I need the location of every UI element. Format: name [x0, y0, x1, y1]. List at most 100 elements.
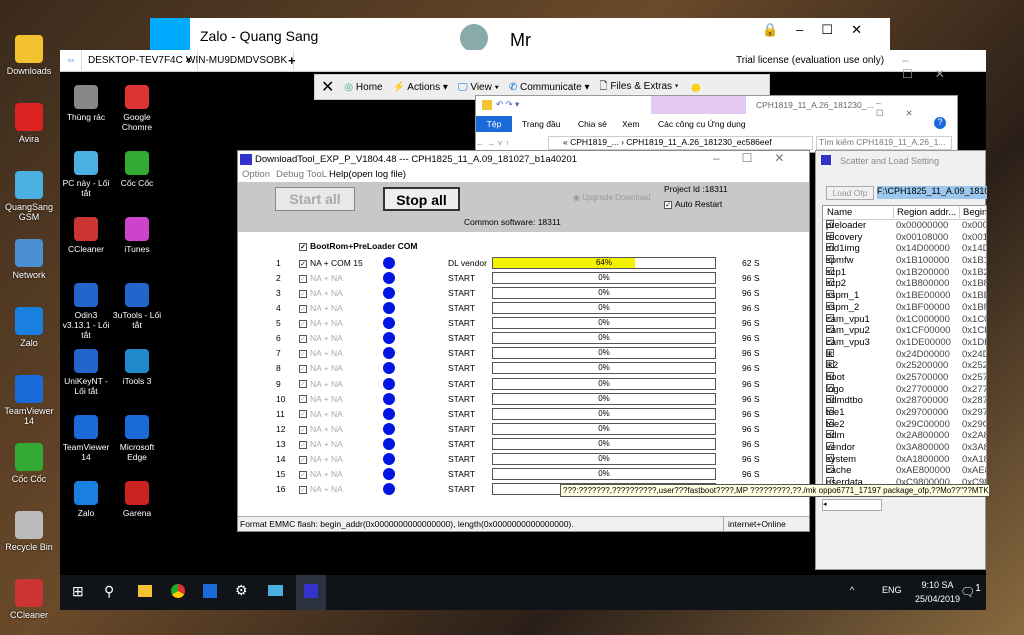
tab-view[interactable]: Xem	[622, 119, 639, 129]
desktop-icon[interactable]: CCleaner	[2, 579, 56, 620]
partition-row[interactable]: ✓preloader0x000000000x0000	[823, 220, 986, 232]
toolbar-actions[interactable]: ⚡ Actions ▾	[393, 82, 448, 93]
desktop-icon[interactable]: Recycle Bin	[2, 511, 56, 552]
port-checkbox[interactable]: ✓ NA + NA	[299, 303, 343, 313]
menu-debug[interactable]: Debug TooL	[276, 169, 327, 180]
remote-desktop-icon[interactable]: TeamViewer 14	[61, 415, 111, 462]
scatter-path[interactable]: F:\CPH1825_11_A.09_18102	[877, 186, 987, 199]
desktop-icon[interactable]: Cốc Cốc	[2, 443, 56, 484]
col-region[interactable]: Region addr...	[893, 207, 956, 218]
remote-desktop-icon[interactable]: Thùng rác	[61, 85, 111, 122]
stop-all-button[interactable]: Stop all	[383, 187, 460, 211]
clock[interactable]: 9:10 SA 25/04/2019	[915, 578, 960, 606]
partition-row[interactable]: ✓ spmfw 0x1B100000 0x1B1	[823, 255, 986, 267]
partition-row[interactable]: ✓ odmdtbo 0x28700000 0x287	[823, 395, 986, 407]
add-tab-button[interactable]: +	[282, 50, 302, 72]
port-checkbox[interactable]: ✓ NA + NA	[299, 409, 343, 419]
tray-chevron-icon[interactable]: ^	[850, 585, 854, 595]
partition-row[interactable]: ✓cam_vpu20x1CF000000x1CF	[823, 325, 986, 337]
toolbar-files[interactable]: 🗋 Files & Extras ▾	[600, 79, 679, 96]
remote-desktop-icon[interactable]: Odin3 v3.13.1 - Lối tắt	[61, 283, 111, 340]
close-icon[interactable]: ✕	[321, 77, 334, 97]
load-ofp-button[interactable]: Load Ofp	[826, 186, 874, 200]
address-bar[interactable]: « CPH1819_... › CPH1819_11_A.26_181230_e…	[548, 136, 813, 150]
partition-row[interactable]: ✓ boot 0x25700000 0x257	[823, 371, 986, 384]
partition-row[interactable]: ✓cache0xAE8000000xAE8	[823, 465, 986, 477]
undo-icon[interactable]: ↶ ↷ ▾	[496, 99, 519, 110]
port-checkbox[interactable]: ✓ NA + NA	[299, 348, 343, 358]
remote-desktop-icon[interactable]: Google Chomre	[112, 85, 162, 132]
remote-desktop-icon[interactable]: 3uTools - Lối tắt	[112, 283, 162, 330]
nav-arrows[interactable]: ← → ˅ ↑	[476, 138, 509, 148]
port-checkbox[interactable]: ✓ NA + NA	[299, 424, 343, 434]
port-checkbox[interactable]: ✓ NA + NA	[299, 454, 343, 464]
bootrom-checkbox[interactable]: ✓ BootRom+PreLoader COM	[299, 241, 417, 251]
partition-row[interactable]: ✓ scp1 0x1B200000 0x1B2	[823, 266, 986, 279]
col-begin[interactable]: Begin	[959, 207, 986, 218]
partition-row[interactable]: ✓ logo 0x27700000 0x277	[823, 383, 986, 396]
partition-row[interactable]: ✓ cam_vpu1 0x1C000000 0x1C0	[823, 313, 986, 326]
horizontal-scrollbar[interactable]: ◂	[822, 499, 882, 511]
partition-row[interactable]: ✓ vendor 0x3A800000 0x3A8	[823, 442, 986, 454]
desktop-icon[interactable]: Network	[2, 239, 56, 280]
tab-share[interactable]: Chia sẻ	[578, 119, 607, 129]
desktop-icon[interactable]: Downloads	[2, 35, 56, 76]
port-checkbox[interactable]: ✓ NA + NA	[299, 469, 343, 479]
search-icon[interactable]: ⚲	[104, 583, 114, 600]
port-checkbox[interactable]: ✓ NA + COM 15	[299, 258, 363, 268]
port-checkbox[interactable]: ✓ NA + NA	[299, 318, 343, 328]
col-name[interactable]: Name	[827, 207, 852, 218]
desktop-icon[interactable]: Zalo	[2, 307, 56, 348]
remote-desktop-icon[interactable]: iTunes	[112, 217, 162, 254]
window-controls[interactable]: –☐✕	[713, 151, 807, 165]
desktop-icon[interactable]: Avira	[2, 103, 56, 144]
partition-row[interactable]: ✓ system 0xA1800000 0xA18	[823, 453, 986, 466]
partition-row[interactable]: ✓ odm 0x2A800000 0x2A8	[823, 430, 986, 442]
desktop-icon[interactable]: QuangSang GSM	[2, 171, 56, 222]
downloadtool-task[interactable]	[296, 575, 326, 610]
port-checkbox[interactable]: ✓ NA + NA	[299, 484, 343, 494]
partition-row[interactable]: ✓ lk2 0x25200000 0x252	[823, 360, 986, 372]
toolbar-communicate[interactable]: ✆ Communicate ▾	[509, 82, 590, 93]
remote-desktop-icon[interactable]: UniKeyNT - Lối tắt	[61, 349, 111, 396]
toolbar-home[interactable]: ◎ Home	[344, 82, 382, 93]
search-input[interactable]: Tìm kiếm CPH1819_11_A.26_1...	[816, 136, 952, 150]
settings-icon[interactable]: ⚙	[235, 582, 248, 599]
notification-icon[interactable]: 🗨1	[960, 583, 981, 599]
partition-row[interactable]: ✓ tee2 0x29C00000 0x29C	[823, 418, 986, 431]
remote-desktop-icon[interactable]: iTools 3	[112, 349, 162, 386]
upgrade-download-radio[interactable]: ◉ Upgrade Download	[573, 193, 651, 202]
partition-row[interactable]: ✓sspm_10x1BE000000x1BE	[823, 290, 986, 302]
port-checkbox[interactable]: ✓ NA + NA	[299, 379, 343, 389]
tab-home[interactable]: Trang đầu	[522, 119, 560, 129]
port-checkbox[interactable]: ✓ NA + NA	[299, 394, 343, 404]
partition-row[interactable]: ✓ scp2 0x1B800000 0x1B8	[823, 278, 986, 290]
port-checkbox[interactable]: ✓ NA + NA	[299, 439, 343, 449]
tab-win[interactable]: WIN-MU9DMDVSOBK	[180, 50, 295, 72]
port-checkbox[interactable]: ✓ NA + NA	[299, 273, 343, 283]
window-controls[interactable]: –☐✕	[902, 53, 986, 81]
remote-desktop-icon[interactable]: Cốc Cốc	[112, 151, 162, 188]
explorer-icon[interactable]	[138, 585, 152, 597]
language[interactable]: ENG	[882, 585, 902, 595]
remote-desktop-icon[interactable]: Zalo	[61, 481, 111, 518]
teamviewer-icon[interactable]	[203, 584, 217, 598]
desktop-icon[interactable]: TeamViewer 14	[2, 375, 56, 426]
port-checkbox[interactable]: ✓ NA + NA	[299, 363, 343, 373]
remote-desktop-icon[interactable]: Microsoft Edge	[112, 415, 162, 462]
partition-row[interactable]: ✓cam_vpu30x1DE000000x1DE	[823, 336, 986, 349]
start-all-button[interactable]: Start all	[275, 187, 355, 211]
tab-app-tools[interactable]: Các công cụ Ứng dụng	[658, 119, 746, 129]
toolbar-view[interactable]: 🖵 View ▾	[458, 82, 499, 93]
auto-restart-checkbox[interactable]: ✓ Auto Restart	[664, 199, 722, 209]
remote-desktop-icon[interactable]: PC này - Lối tắt	[61, 151, 111, 198]
partition-row[interactable]: ✓recovery0x001080000x0010	[823, 231, 986, 244]
remote-desktop-icon[interactable]: Garena	[112, 481, 162, 518]
chrome-icon[interactable]	[171, 584, 185, 598]
window-controls[interactable]: 🔒–☐✕	[762, 22, 880, 38]
zalo-window[interactable]: Zalo - Quang Sang Mr 🔒–☐✕	[150, 18, 890, 52]
port-checkbox[interactable]: ✓ NA + NA	[299, 288, 343, 298]
port-checkbox[interactable]: ✓ NA + NA	[299, 333, 343, 343]
app-icon[interactable]	[268, 585, 283, 596]
partition-row[interactable]: ✓ sspm_2 0x1BF00000 0x1BF	[823, 301, 986, 314]
